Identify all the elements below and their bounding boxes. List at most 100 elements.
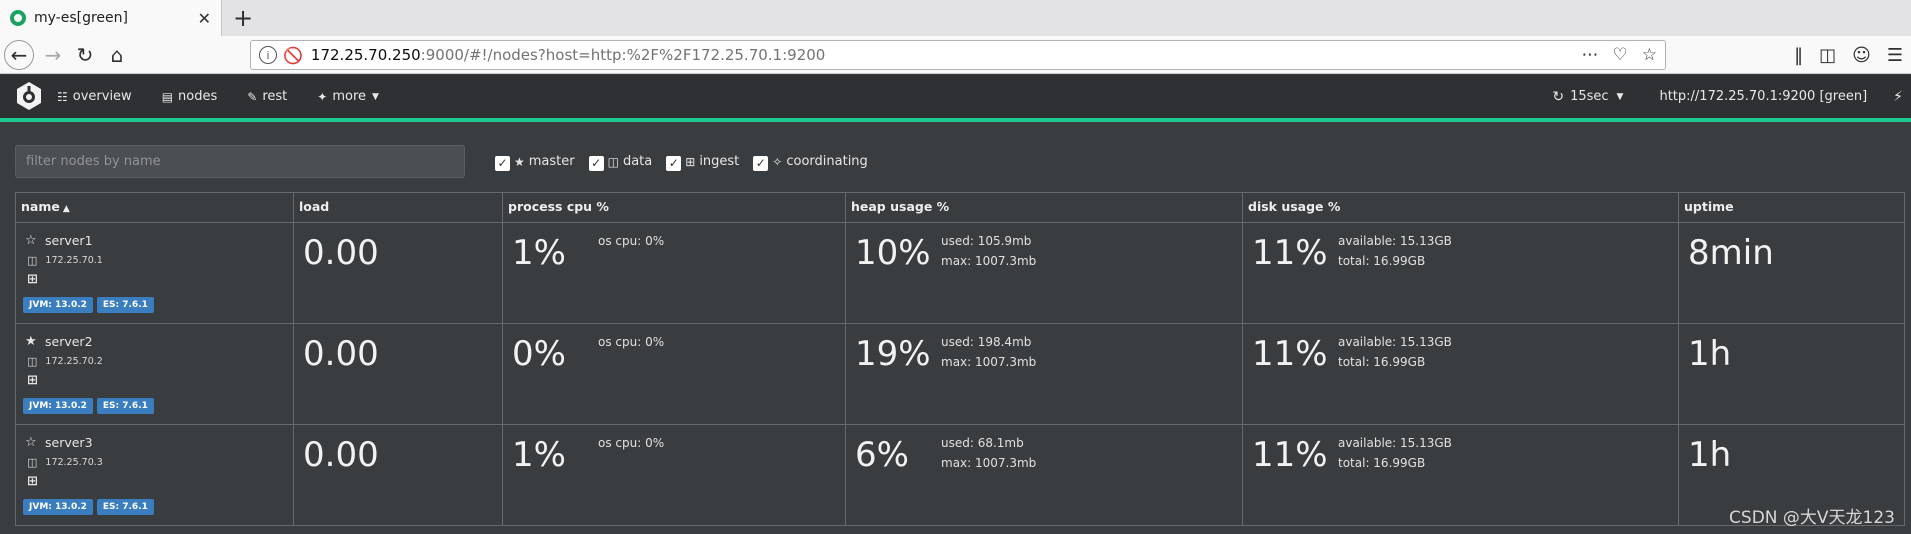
role-label: data	[622, 154, 653, 169]
library-icon[interactable]: ‖	[1794, 45, 1803, 66]
cpu-value: 1%	[512, 435, 566, 475]
role-filter-master[interactable]: ✓ ★ master	[495, 152, 575, 171]
arrow-right-icon: →	[44, 43, 62, 67]
heap-max: max: 1007.3mb	[941, 254, 1037, 268]
disk-total: total: 16.99GB	[1338, 254, 1426, 268]
sitemap-icon: ☷	[57, 89, 68, 104]
table-row: ☆ server3 ◫ 172.25.70.3 ⊞ JVM: 13.0.2 ES…	[15, 424, 1905, 526]
forward-button[interactable]: →	[38, 40, 68, 70]
disk-metric: 11% available: 15.13GB total: 16.99GB	[1248, 330, 1673, 374]
browser-tab[interactable]: my-es[green] ✕	[0, 0, 222, 36]
cluster-status-bar	[0, 118, 1911, 122]
disk-available: available: 15.13GB	[1338, 335, 1452, 349]
role-label: master	[528, 154, 575, 169]
home-icon: ⌂	[110, 43, 124, 67]
cpu-value: 1%	[512, 233, 566, 273]
reload-button[interactable]: ↻	[70, 40, 100, 70]
node-name-line: ☆ server3	[21, 435, 288, 450]
heap-used: used: 68.1mb	[941, 436, 1024, 450]
disconnect-plug-icon[interactable]: ⚡	[1893, 89, 1903, 105]
load-cell: 0.00	[293, 222, 503, 324]
app-header: ☷ overview ▤ nodes ✎ rest ✦ more ▼ ↻ 15s…	[0, 75, 1911, 118]
role-label: coordinating	[786, 154, 868, 169]
ingest-checkbox[interactable]: ✓	[666, 156, 682, 171]
es-badge: ES: 7.6.1	[96, 499, 154, 515]
os-cpu: os cpu: 0%	[598, 335, 665, 349]
cluster-status[interactable]: http://172.25.70.1:9200 [green]	[1659, 89, 1867, 104]
sidebar-icon[interactable]: ◫	[1819, 45, 1836, 66]
node-name[interactable]: server3	[45, 435, 93, 450]
version-badges: JVM: 13.0.2 ES: 7.6.1	[23, 398, 288, 414]
url-path: :9000/#!/nodes?host=http:%2F%2F172.25.70…	[420, 46, 826, 64]
col-header-uptime[interactable]: uptime	[1678, 192, 1905, 223]
cerebro-favicon-icon	[10, 10, 26, 26]
cpu-cell: 0% os cpu: 0%	[502, 323, 846, 425]
master-checkbox[interactable]: ✓	[495, 156, 510, 171]
edit-icon: ✎	[247, 89, 258, 104]
menu-more[interactable]: ✦ more ▼	[317, 89, 379, 104]
account-icon[interactable]: ☺	[1852, 45, 1871, 66]
disk-cell: 11% available: 15.13GB total: 16.99GB	[1242, 323, 1679, 425]
browser-toolbar-right: ‖ ◫ ☺ ☰	[1794, 36, 1911, 74]
heap-cell: 6% used: 68.1mb max: 1007.3mb	[845, 424, 1243, 526]
heap-used: used: 105.9mb	[941, 234, 1032, 248]
col-header-cpu[interactable]: process cpu %	[502, 192, 846, 223]
col-header-load[interactable]: load	[293, 192, 503, 223]
magic-wand-icon: ✦	[317, 89, 328, 104]
data-checkbox[interactable]: ✓	[588, 156, 604, 171]
new-tab-button[interactable]: +	[229, 4, 257, 32]
crop-icon: ⊞	[27, 373, 38, 388]
uptime-value: 8min	[1688, 233, 1774, 273]
heap-cell: 10% used: 105.9mb max: 1007.3mb	[845, 222, 1243, 324]
menu-rest[interactable]: ✎ rest	[247, 89, 287, 104]
page-actions-icon[interactable]: ⋯	[1582, 45, 1599, 65]
refresh-interval-dropdown[interactable]: ↻ 15sec ▼	[1552, 89, 1623, 105]
disk-available: available: 15.13GB	[1338, 234, 1452, 248]
node-name[interactable]: server2	[45, 334, 93, 349]
cpu-metric: 0% os cpu: 0%	[508, 330, 840, 374]
address-bar[interactable]: i 🚫 172.25.70.250:9000/#!/nodes?host=htt…	[250, 40, 1666, 70]
node-name-line: ★ server2	[21, 334, 288, 349]
col-header-name[interactable]: name ▲	[15, 192, 294, 223]
hamburger-menu-icon[interactable]: ☰	[1887, 45, 1903, 66]
role-filter-coordinating[interactable]: ✓ ✧ coordinating	[753, 152, 868, 171]
uptime-value: 1h	[1688, 334, 1732, 374]
role-label: ingest	[699, 154, 740, 169]
node-host: 172.25.70.1	[45, 255, 103, 266]
browser-nav-bar: ← → ↻ ⌂ i 🚫 172.25.70.250:9000/#!/nodes?…	[0, 36, 1911, 74]
home-button[interactable]: ⌂	[102, 40, 132, 70]
role-filters: ✓ ★ master ✓ ◫ data ✓ ⊞ ingest ✓ ✧ coord…	[495, 152, 882, 171]
caret-down-icon: ▼	[372, 91, 379, 102]
node-host: 172.25.70.3	[45, 457, 103, 468]
filter-nodes-input[interactable]	[15, 145, 465, 178]
cerebro-logo-icon[interactable]	[14, 81, 44, 111]
disk-metric: 11% available: 15.13GB total: 16.99GB	[1248, 431, 1673, 475]
menu-overview[interactable]: ☷ overview	[57, 89, 132, 104]
menu-nodes-label: nodes	[178, 89, 218, 104]
watermark: CSDN @大V天龙123	[1729, 508, 1895, 528]
crop-icon: ⊞	[27, 474, 38, 489]
col-header-heap[interactable]: heap usage %	[845, 192, 1243, 223]
menu-rest-label: rest	[262, 89, 288, 104]
pocket-icon[interactable]: ♡	[1613, 45, 1628, 65]
disk-metric: 11% available: 15.13GB total: 16.99GB	[1248, 229, 1673, 273]
tab-close-icon[interactable]: ✕	[198, 9, 211, 28]
node-name[interactable]: server1	[45, 233, 93, 248]
role-filter-data[interactable]: ✓ ◫ data	[588, 152, 653, 171]
role-filter-ingest[interactable]: ✓ ⊞ ingest	[666, 152, 739, 171]
disk-value: 11%	[1252, 435, 1328, 475]
load-cell: 0.00	[293, 424, 503, 526]
menu-nodes[interactable]: ▤ nodes	[162, 89, 218, 104]
table-row: ★ server2 ◫ 172.25.70.2 ⊞ JVM: 13.0.2 ES…	[15, 323, 1905, 425]
disk-cell: 11% available: 15.13GB total: 16.99GB	[1242, 222, 1679, 324]
site-info-icon[interactable]: i	[259, 46, 277, 64]
uptime-cell: 8min	[1678, 222, 1905, 324]
heap-cell: 19% used: 198.4mb max: 1007.3mb	[845, 323, 1243, 425]
bookmark-star-icon[interactable]: ☆	[1642, 45, 1657, 65]
col-header-disk[interactable]: disk usage %	[1242, 192, 1679, 223]
disk-detail: available: 15.13GB total: 16.99GB	[1338, 332, 1452, 374]
back-button[interactable]: ←	[4, 40, 34, 70]
coordinating-checkbox[interactable]: ✓	[753, 156, 769, 171]
main-menu: ☷ overview ▤ nodes ✎ rest ✦ more ▼	[57, 75, 409, 118]
disk-value: 11%	[1252, 233, 1328, 273]
